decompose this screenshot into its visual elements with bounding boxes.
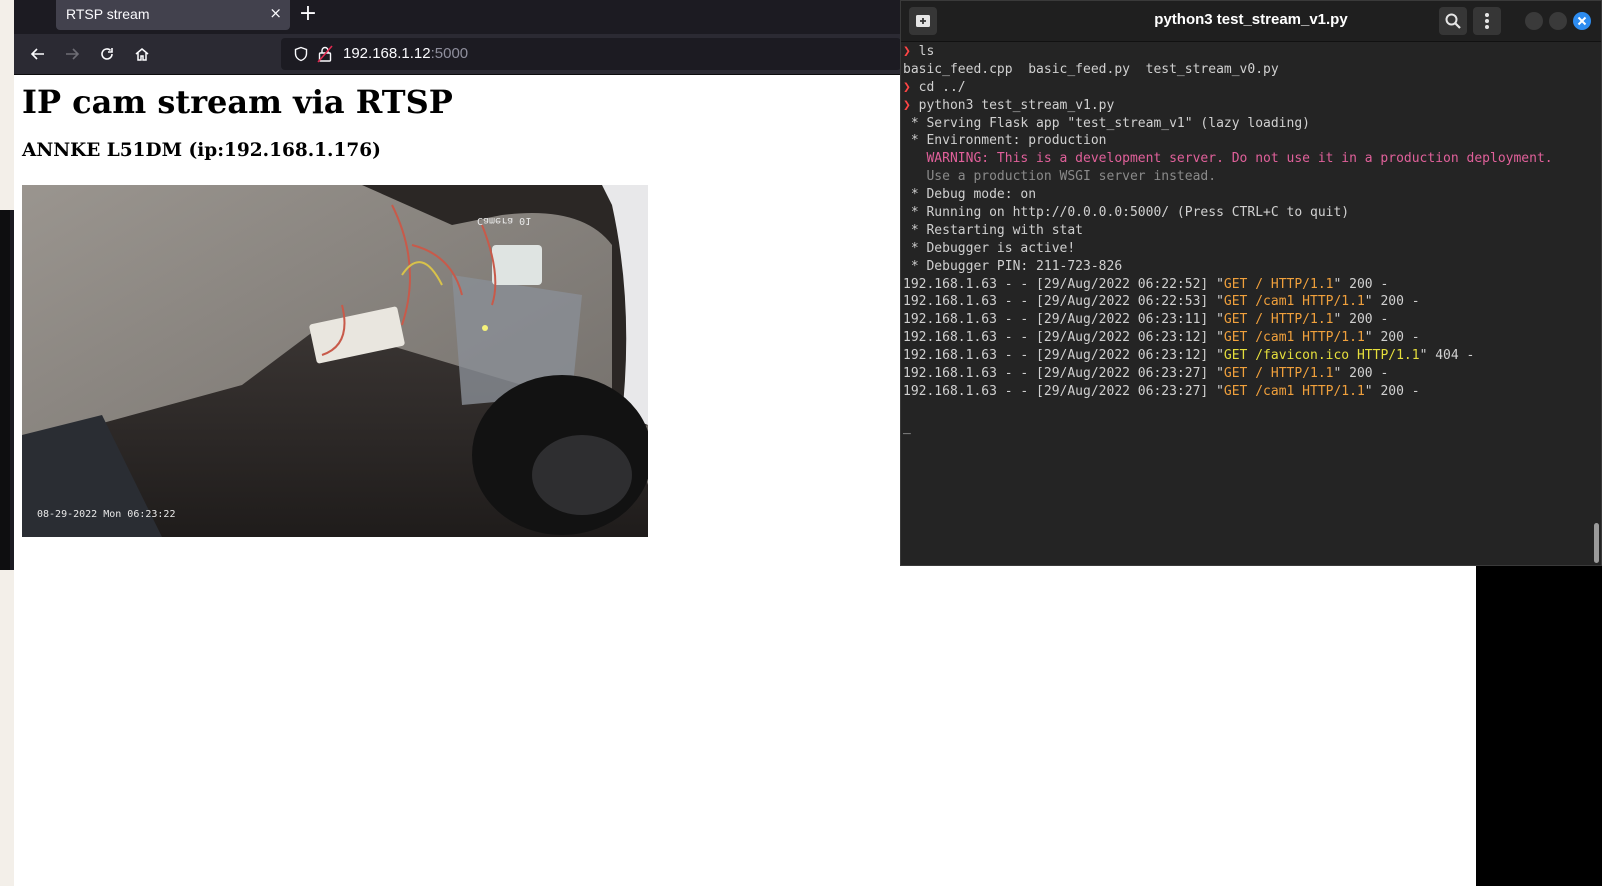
kebab-menu-icon bbox=[1485, 13, 1489, 29]
terminal-line: 192.168.1.63 - - [29/Aug/2022 06:23:27] … bbox=[903, 365, 1593, 383]
log-request: GET /cam1 HTTP/1.1 bbox=[1223, 330, 1365, 346]
log-status: " 200 - bbox=[1364, 383, 1420, 399]
reload-button[interactable] bbox=[95, 42, 119, 66]
url-port: :5000 bbox=[430, 45, 469, 62]
background-window-strip bbox=[0, 0, 14, 886]
terminal-line: 192.168.1.63 - - [29/Aug/2022 06:23:12] … bbox=[903, 347, 1593, 365]
camera-stream-image: Camera 01 08-29-2022 Mon 06:23:22 bbox=[22, 185, 648, 537]
output-text: Use a production WSGI server instead. bbox=[903, 169, 1217, 185]
new-tab-button[interactable]: + bbox=[294, 1, 322, 26]
log-status: " 200 - bbox=[1333, 366, 1389, 382]
back-button[interactable] bbox=[26, 42, 50, 66]
output-text: * Debugger PIN: 211-723-826 bbox=[903, 258, 1123, 274]
log-request: GET /favicon.ico HTTP/1.1 bbox=[1223, 348, 1420, 364]
output-text: * Running on http://0.0.0.0:5000/ (Press… bbox=[903, 205, 1350, 221]
output-text: * Environment: production bbox=[903, 133, 1107, 149]
log-request: GET / HTTP/1.1 bbox=[1223, 366, 1334, 382]
output-text: _ bbox=[903, 419, 911, 435]
output-text: basic_feed.cpp basic_feed.py test_stream… bbox=[903, 61, 1279, 77]
terminal-line: 192.168.1.63 - - [29/Aug/2022 06:22:53] … bbox=[903, 293, 1593, 311]
terminal-line: _ bbox=[903, 419, 1593, 437]
timestamp-overlay: 08-29-2022 Mon 06:23:22 bbox=[37, 509, 175, 520]
forward-arrow-icon bbox=[66, 48, 80, 60]
insecure-lock-icon[interactable] bbox=[317, 45, 333, 63]
log-status: " 200 - bbox=[1364, 294, 1420, 310]
log-prefix: 192.168.1.63 - - [29/Aug/2022 06:23:12] … bbox=[903, 348, 1224, 364]
terminal-line: * Debug mode: on bbox=[903, 186, 1593, 204]
home-button[interactable] bbox=[130, 42, 154, 66]
output-text: * Debug mode: on bbox=[903, 187, 1037, 203]
log-prefix: 192.168.1.63 - - [29/Aug/2022 06:23:27] … bbox=[903, 366, 1224, 382]
desktop-background bbox=[1476, 560, 1602, 886]
terminal-line: * Environment: production bbox=[903, 132, 1593, 150]
camera-name-overlay: Camera 01 bbox=[477, 215, 531, 226]
tab-title: RTSP stream bbox=[66, 6, 150, 22]
terminal-scrollbar[interactable] bbox=[1594, 523, 1599, 563]
command-text: cd ../ bbox=[910, 79, 966, 95]
command-text: ls bbox=[910, 44, 935, 59]
terminal-window[interactable]: python3 test_stream_v1.py ❯ ls basic_feed… bbox=[900, 0, 1602, 566]
back-arrow-icon bbox=[30, 48, 44, 60]
reload-icon bbox=[101, 48, 113, 60]
log-request: GET /cam1 HTTP/1.1 bbox=[1223, 383, 1365, 399]
log-request: GET /cam1 HTTP/1.1 bbox=[1223, 294, 1365, 310]
close-icon bbox=[1577, 16, 1587, 26]
log-prefix: 192.168.1.63 - - [29/Aug/2022 06:23:12] … bbox=[903, 330, 1224, 346]
home-icon bbox=[135, 48, 149, 61]
terminal-line: Use a production WSGI server instead. bbox=[903, 168, 1593, 186]
output-text: * Debugger is active! bbox=[903, 240, 1076, 256]
prompt-icon: ❯ bbox=[903, 44, 911, 59]
log-prefix: 192.168.1.63 - - [29/Aug/2022 06:23:11] … bbox=[903, 312, 1224, 328]
terminal-line: 192.168.1.63 - - [29/Aug/2022 06:23:27] … bbox=[903, 383, 1593, 401]
tracking-protection-shield-icon[interactable] bbox=[293, 46, 309, 62]
output-text: * Restarting with stat bbox=[903, 222, 1084, 238]
terminal-line: ❯ python3 test_stream_v1.py bbox=[903, 97, 1593, 115]
close-tab-icon[interactable]: × bbox=[269, 4, 282, 22]
forward-button[interactable] bbox=[60, 42, 84, 66]
log-request: GET / HTTP/1.1 bbox=[1223, 276, 1334, 292]
terminal-line: 192.168.1.63 - - [29/Aug/2022 06:22:52] … bbox=[903, 276, 1593, 294]
log-prefix: 192.168.1.63 - - [29/Aug/2022 06:22:52] … bbox=[903, 276, 1224, 292]
search-icon bbox=[1445, 13, 1461, 29]
page-subtitle: ANNKE L51DM (ip:192.168.1.176) bbox=[22, 140, 381, 161]
terminal-header: python3 test_stream_v1.py bbox=[901, 1, 1601, 42]
prompt-icon: ❯ bbox=[903, 97, 911, 113]
log-prefix: 192.168.1.63 - - [29/Aug/2022 06:23:27] … bbox=[903, 383, 1224, 399]
terminal-line: 192.168.1.63 - - [29/Aug/2022 06:23:11] … bbox=[903, 311, 1593, 329]
log-prefix: 192.168.1.63 - - [29/Aug/2022 06:22:53] … bbox=[903, 294, 1224, 310]
prompt-icon: ❯ bbox=[903, 79, 911, 95]
terminal-search-button[interactable] bbox=[1439, 7, 1467, 35]
url-text[interactable]: 192.168.1.12:5000 bbox=[343, 45, 468, 62]
output-text: * Serving Flask app "test_stream_v1" (la… bbox=[903, 115, 1310, 131]
log-status: " 200 - bbox=[1333, 312, 1389, 328]
url-bar[interactable]: 192.168.1.12:5000 bbox=[281, 38, 901, 70]
log-request: GET / HTTP/1.1 bbox=[1223, 312, 1334, 328]
terminal-menu-button[interactable] bbox=[1473, 7, 1501, 35]
terminal-output[interactable]: ❯ ls basic_feed.cpp basic_feed.py test_st… bbox=[903, 43, 1593, 563]
log-status: " 200 - bbox=[1364, 330, 1420, 346]
terminal-line: ❯ cd ../ bbox=[903, 79, 1593, 97]
tab-rtsp-stream[interactable]: RTSP stream × bbox=[56, 0, 290, 30]
command-text: python3 test_stream_v1.py bbox=[910, 97, 1115, 113]
terminal-line: basic_feed.cpp basic_feed.py test_stream… bbox=[903, 61, 1593, 79]
terminal-line: ❯ ls bbox=[903, 43, 1593, 61]
terminal-line: * Serving Flask app "test_stream_v1" (la… bbox=[903, 115, 1593, 133]
url-host: 192.168.1.12 bbox=[343, 45, 431, 62]
log-status: " 200 - bbox=[1333, 276, 1389, 292]
close-window-button[interactable] bbox=[1573, 12, 1591, 30]
warning-text: WARNING: This is a development server. D… bbox=[903, 151, 1553, 167]
terminal-line: 192.168.1.63 - - [29/Aug/2022 06:23:12] … bbox=[903, 329, 1593, 347]
terminal-line: * Restarting with stat bbox=[903, 222, 1593, 240]
terminal-line: * Running on http://0.0.0.0:5000/ (Press… bbox=[903, 204, 1593, 222]
terminal-line: WARNING: This is a development server. D… bbox=[903, 150, 1593, 168]
minimize-button[interactable] bbox=[1525, 12, 1543, 30]
terminal-line: * Debugger PIN: 211-723-826 bbox=[903, 258, 1593, 276]
maximize-button[interactable] bbox=[1549, 12, 1567, 30]
terminal-line: * Debugger is active! bbox=[903, 240, 1593, 258]
log-status: " 404 - bbox=[1419, 348, 1475, 364]
page-title: IP cam stream via RTSP bbox=[22, 83, 453, 121]
